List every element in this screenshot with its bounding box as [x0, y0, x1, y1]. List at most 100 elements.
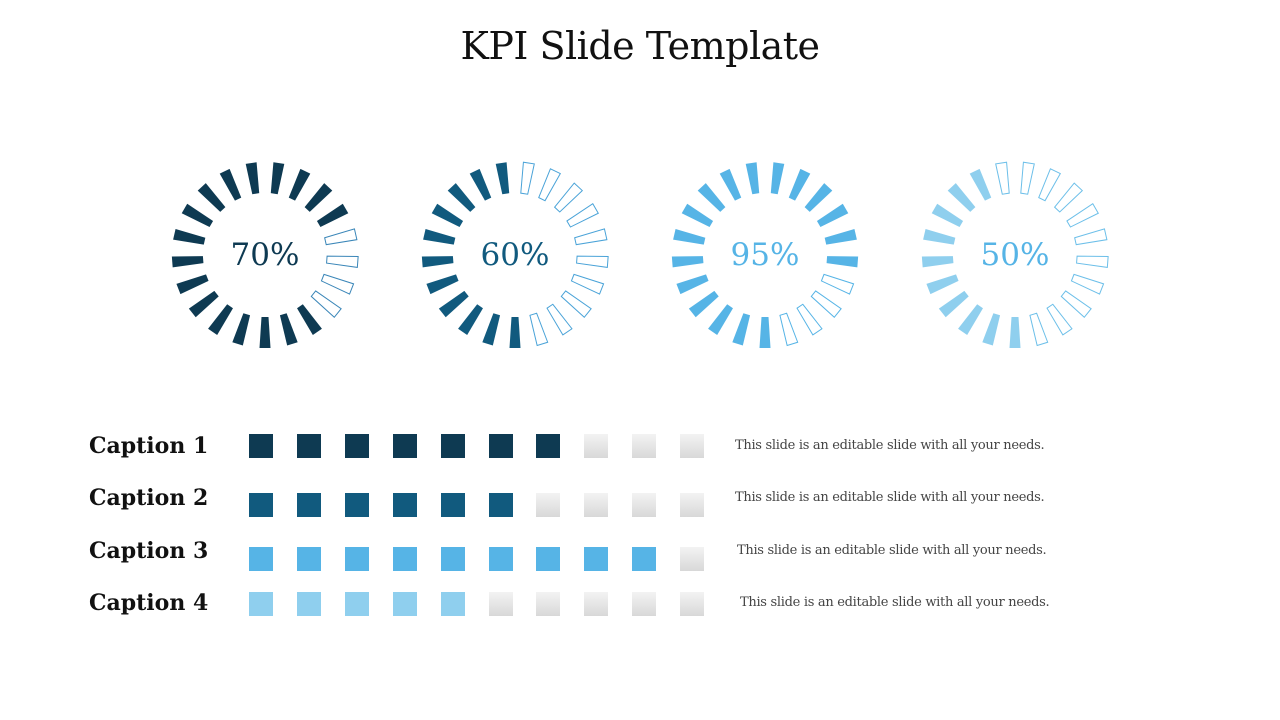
- progress-square-empty: [680, 592, 704, 616]
- ring-segment-filled: [745, 162, 760, 195]
- ring-segment-filled: [676, 274, 709, 295]
- ring-segment-empty: [546, 303, 573, 336]
- ring-segment-filled: [316, 203, 349, 228]
- ring-segment-empty: [820, 273, 855, 295]
- progress-square-filled: [393, 547, 417, 571]
- progress-square-filled: [345, 547, 369, 571]
- ring-segment-filled: [245, 162, 260, 195]
- ring-segment-filled: [232, 313, 251, 346]
- ring-segment-filled: [788, 168, 811, 201]
- progress-square-filled: [249, 493, 273, 517]
- ring-segment-filled: [759, 317, 771, 348]
- progress-square-filled: [632, 547, 656, 571]
- caption-label: Caption 4: [89, 590, 209, 616]
- progress-square-empty: [584, 493, 608, 517]
- kpi-ring-1: 70%: [165, 155, 365, 355]
- progress-square-filled: [249, 547, 273, 571]
- caption-description: This slide is an editable slide with all…: [735, 438, 1045, 453]
- ring-segment-empty: [310, 290, 342, 319]
- progress-square-filled: [345, 434, 369, 458]
- ring-segment-filled: [438, 290, 469, 318]
- ring-segment-empty: [995, 161, 1010, 195]
- progress-square-filled: [297, 493, 321, 517]
- ring-segment-empty: [796, 303, 823, 336]
- ring-segment-filled: [431, 203, 464, 228]
- ring-segment-filled: [426, 274, 459, 295]
- ring-segment-filled: [719, 168, 742, 201]
- ring-segment-filled: [482, 313, 501, 346]
- ring-segment-filled: [732, 313, 751, 346]
- progress-square-empty: [680, 493, 704, 517]
- ring-segment-empty: [1038, 168, 1062, 202]
- ring-segment-empty: [538, 168, 562, 202]
- ring-segment-filled: [304, 183, 333, 212]
- ring-segment-filled: [509, 317, 521, 348]
- progress-square-empty: [680, 434, 704, 458]
- progress-square-empty: [584, 434, 608, 458]
- ring-segment-empty: [810, 290, 842, 319]
- ring-segment-filled: [458, 304, 483, 335]
- slide-title: KPI Slide Template: [460, 24, 820, 68]
- progress-square-filled: [345, 592, 369, 616]
- ring-segment-empty: [529, 312, 549, 347]
- progress-square-empty: [632, 434, 656, 458]
- caption-label: Caption 3: [89, 538, 209, 564]
- ring-segment-filled: [938, 290, 969, 318]
- caption-description: This slide is an editable slide with all…: [735, 490, 1045, 505]
- ring-segment-filled: [297, 304, 322, 335]
- kpi-percent-label: 70%: [230, 237, 300, 273]
- ring-segment-empty: [1066, 203, 1099, 228]
- progress-square-empty: [489, 592, 513, 616]
- ring-segment-empty: [1029, 312, 1049, 347]
- ring-segment-filled: [208, 304, 233, 335]
- ring-segment-filled: [176, 274, 209, 295]
- progress-square-filled: [536, 434, 560, 458]
- ring-segment-filled: [181, 203, 214, 228]
- progress-square-filled: [393, 592, 417, 616]
- ring-segment-filled: [1009, 317, 1021, 348]
- progress-square-empty: [536, 493, 560, 517]
- ring-segment-filled: [931, 203, 964, 228]
- kpi-ring-2: 60%: [415, 155, 615, 355]
- progress-square-filled: [297, 547, 321, 571]
- progress-square-filled: [297, 434, 321, 458]
- ring-segment-empty: [560, 290, 592, 319]
- progress-square-filled: [345, 493, 369, 517]
- progress-square-empty: [632, 493, 656, 517]
- ring-segment-empty: [320, 273, 355, 295]
- progress-square-filled: [489, 493, 513, 517]
- progress-square-filled: [393, 434, 417, 458]
- progress-square-empty: [632, 592, 656, 616]
- ring-segment-filled: [495, 162, 510, 195]
- ring-segment-filled: [958, 304, 983, 335]
- ring-segment-filled: [270, 162, 285, 195]
- progress-square-filled: [489, 434, 513, 458]
- ring-segment-empty: [1046, 303, 1073, 336]
- progress-square-empty: [584, 592, 608, 616]
- kpi-ring-4: 50%: [915, 155, 1115, 355]
- ring-segment-empty: [553, 182, 584, 213]
- kpi-percent-label: 50%: [980, 237, 1050, 273]
- ring-segment-filled: [279, 313, 298, 346]
- ring-segment-empty: [1070, 273, 1105, 295]
- ring-segment-filled: [259, 317, 271, 348]
- ring-segment-filled: [816, 203, 849, 228]
- ring-segment-filled: [708, 304, 733, 335]
- progress-square-filled: [249, 434, 273, 458]
- ring-segment-empty: [1053, 182, 1084, 213]
- ring-segment-filled: [219, 168, 242, 201]
- ring-segment-filled: [926, 274, 959, 295]
- progress-square-empty: [680, 547, 704, 571]
- ring-segment-filled: [688, 290, 719, 318]
- ring-segment-empty: [1020, 161, 1035, 195]
- progress-square-filled: [249, 592, 273, 616]
- ring-segment-empty: [570, 273, 605, 295]
- ring-segment-filled: [804, 183, 833, 212]
- progress-square-filled: [441, 493, 465, 517]
- kpi-percent-label: 60%: [480, 237, 550, 273]
- caption-label: Caption 2: [89, 485, 209, 511]
- caption-description: This slide is an editable slide with all…: [740, 595, 1050, 610]
- progress-square-filled: [441, 592, 465, 616]
- progress-square-filled: [584, 547, 608, 571]
- ring-segment-filled: [947, 183, 976, 212]
